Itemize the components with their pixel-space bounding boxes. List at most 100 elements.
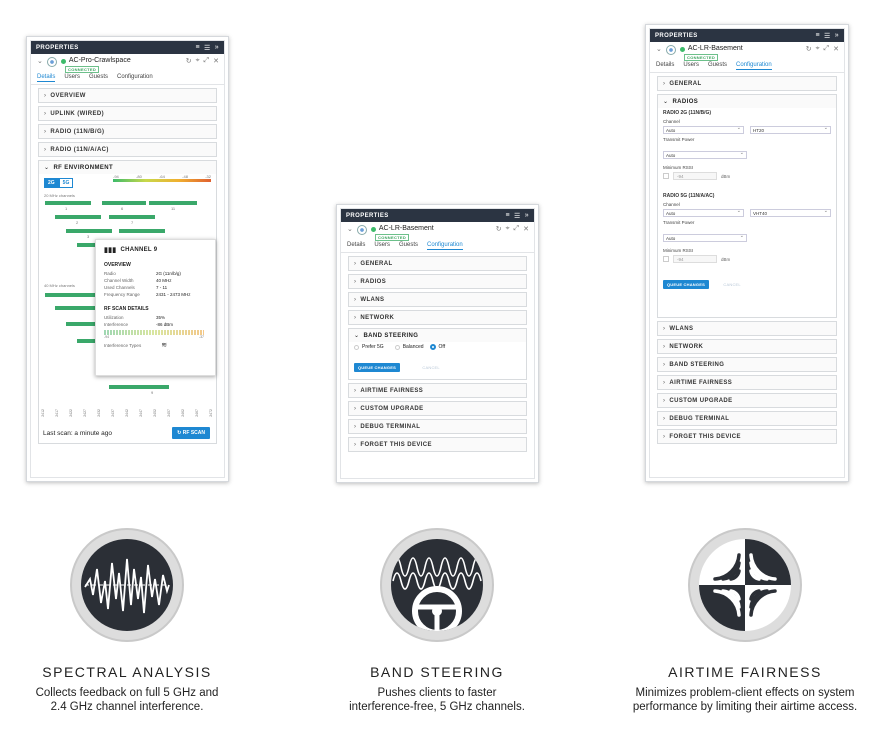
- rssi-5g-input[interactable]: -94: [673, 255, 717, 263]
- section-network[interactable]: › NETWORK: [657, 339, 837, 354]
- channel-label: 1: [65, 206, 68, 211]
- refresh-icon[interactable]: ↻: [806, 45, 812, 53]
- cancel-button[interactable]: CANCEL: [422, 365, 439, 370]
- bar-chart-icon: ▮▮▮: [104, 247, 117, 254]
- locate-icon[interactable]: ⌖: [506, 225, 510, 233]
- section-network[interactable]: › NETWORK: [348, 310, 527, 325]
- section-band-steering[interactable]: › BAND STEERING: [657, 357, 837, 372]
- expand-icon[interactable]: ⤢: [824, 45, 830, 53]
- tx-power-5g-select[interactable]: Auto: [663, 233, 747, 242]
- section-custom-upgrade[interactable]: › CUSTOM UPGRADE: [348, 401, 527, 416]
- section-custom-upgrade[interactable]: › CUSTOM UPGRADE: [657, 393, 837, 408]
- tab-details[interactable]: Details: [656, 62, 674, 69]
- refresh-icon[interactable]: ↻: [496, 225, 502, 233]
- section-wlans[interactable]: › WLANS: [348, 292, 527, 307]
- section-airtime-fairness[interactable]: › AIRTIME FAIRNESS: [348, 383, 527, 398]
- rssi-5g-checkbox[interactable]: [663, 256, 669, 262]
- band-tab-2g[interactable]: 2G: [44, 178, 59, 188]
- locate-icon[interactable]: ⌖: [196, 57, 200, 65]
- tab-guests[interactable]: Guests: [708, 62, 727, 69]
- radio-prefer-5g[interactable]: [354, 344, 359, 350]
- chevron-down-icon[interactable]: ⌄: [37, 57, 43, 65]
- panel-body: PROPERTIES ≡ ☰ » ⌄ AC-LR-Basement CONNECTE…: [340, 208, 535, 479]
- chevron-down-icon[interactable]: ⌄: [347, 225, 353, 233]
- section-overview[interactable]: › OVERVIEW: [38, 88, 217, 103]
- chevron-down-icon[interactable]: ⌄: [44, 164, 49, 171]
- queue-changes-button[interactable]: QUEUE CHANGES: [663, 280, 709, 289]
- close-icon[interactable]: ✕: [523, 225, 529, 233]
- feature-band-steering: BAND STEERING Pushes clients to faster in…: [292, 528, 582, 714]
- section-wlans[interactable]: › WLANS: [657, 321, 837, 336]
- close-icon[interactable]: ✕: [213, 57, 219, 65]
- device-name: AC-Pro-Crawlspace: [68, 57, 131, 64]
- radio-balanced[interactable]: [394, 344, 400, 350]
- list-icon[interactable]: ≡: [816, 32, 821, 40]
- status-dot: [60, 59, 66, 64]
- rssi-2g-input[interactable]: -94: [673, 172, 717, 180]
- tooltip-key: Frequency Range: [104, 292, 140, 297]
- section-uplink[interactable]: › UPLINK (WIRED): [38, 106, 217, 121]
- section-general[interactable]: › GENERAL: [348, 256, 527, 271]
- section-forget-device[interactable]: › FORGET THIS DEVICE: [657, 429, 837, 444]
- refresh-icon[interactable]: ↻: [186, 57, 192, 65]
- collapse-icon[interactable]: »: [215, 44, 219, 52]
- width-5g-select[interactable]: VHT40: [750, 208, 831, 217]
- rssi-2g-checkbox[interactable]: [663, 173, 669, 179]
- section-debug-terminal[interactable]: › DEBUG TERMINAL: [348, 419, 527, 434]
- channel-2g-select[interactable]: Auto: [663, 125, 744, 134]
- section-label: NETWORK: [360, 314, 395, 321]
- section-airtime-fairness[interactable]: › AIRTIME FAIRNESS: [657, 375, 837, 390]
- collapse-icon[interactable]: »: [835, 32, 839, 40]
- freq-tick: 2462: [181, 409, 185, 417]
- chevron-down-icon[interactable]: ⌄: [656, 45, 662, 53]
- list-icon[interactable]: ≡: [196, 44, 201, 52]
- panel-title: PROPERTIES: [346, 212, 389, 219]
- chevron-down-icon[interactable]: ⌄: [663, 98, 668, 105]
- tab-configuration[interactable]: Configuration: [736, 62, 772, 70]
- description-line: Pushes clients to faster: [377, 687, 497, 699]
- section-radio-5g[interactable]: › RADIO (11N/A/AC): [38, 142, 217, 157]
- width-2g-select[interactable]: HT20: [750, 125, 831, 134]
- section-radio-2g[interactable]: › RADIO (11N/B/G): [38, 124, 217, 139]
- tab-configuration[interactable]: Configuration: [427, 242, 463, 250]
- radio-off[interactable]: [429, 344, 436, 350]
- scale-tick: -48: [182, 174, 188, 179]
- tab-configuration[interactable]: Configuration: [117, 74, 153, 81]
- close-icon[interactable]: ✕: [833, 45, 839, 53]
- channel-label: Channel: [663, 202, 680, 207]
- section-label: CUSTOM UPGRADE: [360, 405, 424, 412]
- chevron-right-icon: ›: [354, 441, 357, 448]
- expand-icon[interactable]: ⤢: [204, 57, 210, 65]
- locate-icon[interactable]: ⌖: [816, 45, 820, 53]
- cancel-button[interactable]: CANCEL: [723, 282, 740, 287]
- tx-power-2g-select[interactable]: Auto: [663, 150, 747, 159]
- properties-panel-band-steering: PROPERTIES ≡ ☰ » ⌄ AC-LR-Basement CONNECTE…: [336, 204, 539, 483]
- tooltip-key: Utilization: [104, 315, 124, 320]
- panel-title: PROPERTIES: [36, 44, 79, 51]
- menu-icon[interactable]: ☰: [514, 212, 521, 220]
- section-radios[interactable]: › RADIOS: [348, 274, 527, 289]
- tab-users[interactable]: Users: [64, 74, 80, 81]
- tab-guests[interactable]: Guests: [89, 74, 108, 81]
- section-debug-terminal[interactable]: › DEBUG TERMINAL: [657, 411, 837, 426]
- section-general[interactable]: › GENERAL: [657, 76, 837, 91]
- menu-icon[interactable]: ☰: [204, 44, 211, 52]
- tab-users[interactable]: Users: [374, 242, 390, 249]
- channel-5g-select[interactable]: Auto: [663, 208, 744, 217]
- chevron-right-icon: ›: [354, 405, 357, 412]
- tab-guests[interactable]: Guests: [399, 242, 418, 249]
- menu-icon[interactable]: ☰: [824, 32, 831, 40]
- tab-details[interactable]: Details: [347, 242, 365, 249]
- tab-details[interactable]: Details: [37, 74, 56, 82]
- list-icon[interactable]: ≡: [506, 212, 511, 220]
- freq-tick: 2447: [139, 409, 143, 417]
- channel-label: 7: [131, 220, 134, 225]
- section-forget-device[interactable]: › FORGET THIS DEVICE: [348, 437, 527, 452]
- queue-changes-button[interactable]: QUEUE CHANGES: [354, 363, 400, 372]
- tab-users[interactable]: Users: [683, 62, 699, 69]
- chevron-down-icon[interactable]: ⌄: [354, 332, 359, 339]
- expand-icon[interactable]: ⤢: [514, 225, 520, 233]
- band-tab-5g[interactable]: 5G: [58, 178, 74, 188]
- rf-scan-button[interactable]: ↻ RF SCAN: [172, 427, 210, 439]
- collapse-icon[interactable]: »: [525, 212, 529, 220]
